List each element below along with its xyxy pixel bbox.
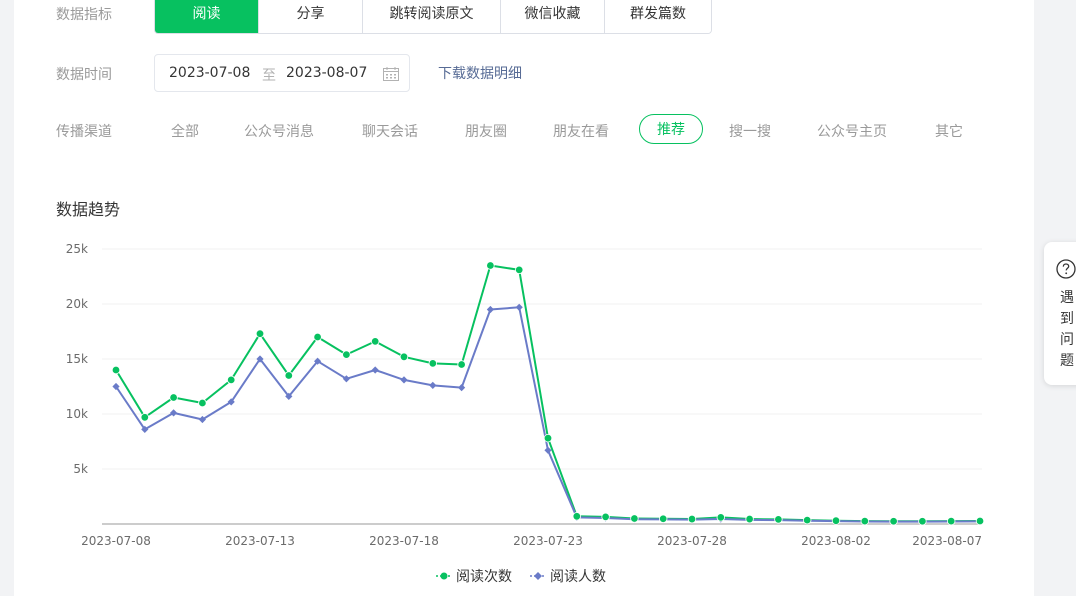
legend-read-count-label: 阅读次数 [456, 569, 512, 585]
y-tick-label: 20k [66, 297, 88, 311]
tab-favorite[interactable]: 微信收藏 [501, 0, 605, 33]
legend-read-count[interactable]: 阅读次数 [436, 566, 512, 586]
data-point-series-1[interactable] [860, 516, 869, 526]
data-point-series-1[interactable] [918, 517, 927, 526]
data-point-series-2[interactable] [371, 366, 379, 374]
data-point-series-1[interactable] [947, 516, 956, 526]
data-point-series-2[interactable] [400, 376, 408, 384]
y-tick-label: 25k [66, 242, 88, 256]
channel-recommend[interactable]: 推荐 [639, 114, 703, 144]
chart-legend: 阅读次数 阅读人数 [436, 566, 606, 586]
data-point-series-1[interactable] [803, 515, 812, 525]
date-separator: 至 [262, 68, 276, 84]
data-point-series-1[interactable] [601, 512, 610, 522]
legend-read-count-marker [436, 572, 452, 580]
data-point-series-1[interactable] [457, 360, 466, 369]
data-point-series-1[interactable] [313, 332, 322, 342]
data-point-series-1[interactable] [255, 329, 265, 338]
channel-chat[interactable]: 聊天会话 [362, 121, 418, 141]
help-panel[interactable]: 遇到问题 [1044, 242, 1076, 385]
x-tick-label: 2023-08-02 [801, 534, 871, 548]
data-point-series-1[interactable] [226, 375, 236, 385]
data-point-series-1[interactable] [831, 516, 841, 525]
data-point-series-1[interactable] [745, 514, 754, 524]
tab-read[interactable]: 阅读 [155, 0, 259, 33]
data-point-series-1[interactable] [572, 512, 581, 521]
y-tick-label: 10k [66, 407, 88, 421]
trend-title: 数据趋势 [56, 200, 121, 219]
date-start[interactable]: 2023-07-08 [169, 65, 250, 81]
channel-homepage[interactable]: 公众号主页 [817, 121, 887, 141]
channel-search[interactable]: 搜一搜 [729, 121, 771, 141]
tab-share[interactable]: 分享 [259, 0, 363, 33]
data-point-series-1[interactable] [111, 365, 121, 375]
tab-mass-send[interactable]: 群发篇数 [605, 0, 711, 33]
date-end[interactable]: 2023-08-07 [286, 65, 367, 81]
channel-other[interactable]: 其它 [935, 121, 963, 141]
data-point-series-1[interactable] [659, 514, 668, 523]
calendar-icon [383, 67, 399, 81]
data-point-series-1[interactable] [543, 433, 553, 443]
y-tick-label: 5k [73, 462, 88, 476]
time-label: 数据时间 [56, 67, 112, 83]
data-point-series-1[interactable] [342, 350, 351, 359]
data-point-series-1[interactable] [975, 516, 985, 526]
x-tick-label: 2023-08-07 [912, 534, 982, 548]
channel-moments[interactable]: 朋友圈 [465, 121, 507, 141]
question-icon [1056, 259, 1076, 279]
data-point-series-1[interactable] [399, 352, 409, 361]
data-point-series-1[interactable] [198, 398, 207, 408]
help-text: 遇到问题 [1060, 290, 1074, 369]
trend-line-chart: 5k 10k 15k 20k 25k 2023-07-08 2023-07-13 2023-0… [66, 242, 985, 548]
channel-all[interactable]: 全部 [171, 121, 199, 141]
data-point-series-1[interactable] [486, 261, 495, 270]
data-point-series-2[interactable] [458, 384, 466, 392]
data-point-series-1[interactable] [774, 515, 783, 524]
data-point-series-1[interactable] [687, 514, 697, 524]
data-point-series-1[interactable] [284, 371, 293, 380]
metric-label: 数据指标 [56, 7, 112, 23]
data-point-series-1[interactable] [889, 517, 898, 526]
channel-official-msg[interactable]: 公众号消息 [244, 121, 314, 141]
channel-friends-watching[interactable]: 朋友在看 [553, 121, 609, 141]
data-point-series-2[interactable] [429, 381, 437, 389]
metric-tabs: 阅读 分享 跳转阅读原文 微信收藏 群发篇数 [154, 0, 712, 34]
data-point-series-1[interactable] [428, 359, 437, 368]
legend-reader-count[interactable]: 阅读人数 [530, 566, 606, 586]
x-tick-label: 2023-07-18 [369, 534, 439, 548]
channel-label: 传播渠道 [56, 124, 112, 140]
x-tick-label: 2023-07-08 [81, 534, 151, 548]
x-tick-label: 2023-07-13 [225, 534, 295, 548]
date-range-picker[interactable]: 2023-07-08 至 2023-08-07 [154, 54, 410, 92]
download-detail-link[interactable]: 下载数据明细 [438, 63, 522, 83]
data-point-series-1[interactable] [140, 413, 149, 422]
data-point-series-1[interactable] [515, 265, 524, 275]
data-point-series-1[interactable] [371, 337, 380, 346]
x-tick-label: 2023-07-23 [513, 534, 583, 548]
legend-reader-count-label: 阅读人数 [550, 569, 606, 585]
y-tick-label: 15k [66, 352, 88, 366]
data-point-series-1[interactable] [169, 393, 178, 402]
legend-reader-count-marker [530, 572, 546, 580]
data-point-series-1[interactable] [716, 513, 725, 522]
data-point-series-2[interactable] [486, 305, 494, 314]
data-point-series-1[interactable] [630, 514, 639, 523]
x-tick-label: 2023-07-28 [657, 534, 727, 548]
tab-jump-original[interactable]: 跳转阅读原文 [363, 0, 501, 33]
data-point-series-2[interactable] [515, 303, 523, 311]
